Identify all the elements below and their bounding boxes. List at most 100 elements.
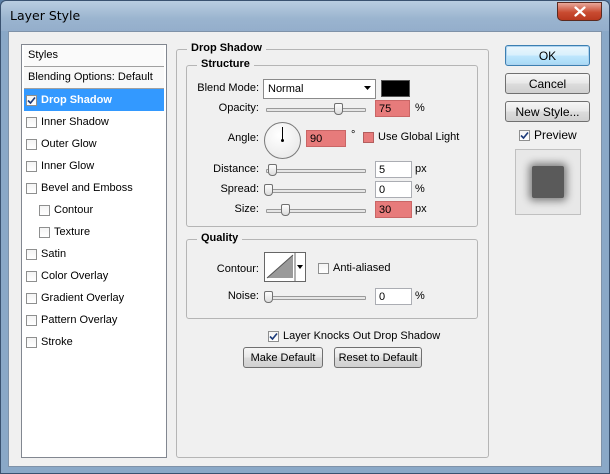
size-slider-thumb[interactable] [281, 204, 290, 216]
style-item-stroke[interactable]: Stroke [22, 331, 166, 353]
style-item-color-overlay[interactable]: Color Overlay [22, 265, 166, 287]
quality-group: Quality Contour: Anti-aliased Noise: 0 % [186, 232, 478, 319]
anti-aliased-label: Anti-aliased [333, 262, 391, 274]
style-item-label: Inner Glow [41, 160, 95, 172]
style-preview-thumbnail [515, 149, 581, 215]
style-item-outer-glow[interactable]: Outer Glow [22, 133, 166, 155]
style-item-bevel-and-emboss[interactable]: Bevel and Emboss [22, 177, 166, 199]
styles-header[interactable]: Styles [24, 45, 164, 67]
style-item-contour[interactable]: Contour [22, 199, 166, 221]
style-item-inner-glow[interactable]: Inner Glow [22, 155, 166, 177]
reset-to-default-button[interactable]: Reset to Default [334, 347, 422, 368]
spread-unit: % [415, 183, 425, 195]
noise-slider-thumb[interactable] [264, 291, 273, 303]
blend-mode-label: Blend Mode: [197, 82, 259, 94]
noise-input[interactable]: 0 [375, 288, 412, 305]
distance-slider-thumb[interactable] [268, 164, 277, 176]
contour-picker[interactable] [264, 252, 306, 282]
cancel-button[interactable]: Cancel [505, 73, 590, 94]
opacity-slider-thumb[interactable] [334, 103, 343, 115]
style-item-texture[interactable]: Texture [22, 221, 166, 243]
style-item-pattern-overlay[interactable]: Pattern Overlay [22, 309, 166, 331]
title-bar[interactable]: Layer Style [1, 1, 609, 31]
checkmark-icon [520, 131, 529, 139]
style-item-checkbox[interactable] [26, 94, 37, 106]
opacity-label: Opacity: [218, 102, 259, 114]
blend-mode-value: Normal [268, 83, 304, 95]
style-item-checkbox[interactable] [26, 138, 37, 150]
style-item-inner-shadow[interactable]: Inner Shadow [22, 111, 166, 133]
anti-aliased-checkbox[interactable]: Anti-aliased [318, 262, 390, 274]
window-title: Layer Style [10, 8, 81, 23]
close-button[interactable] [557, 2, 602, 21]
knock-out-checkbox[interactable]: Layer Knocks Out Drop Shadow [268, 330, 440, 342]
use-global-light-box[interactable] [363, 131, 374, 143]
style-item-label: Drop Shadow [41, 94, 112, 106]
size-label: Size: [234, 203, 259, 215]
style-item-checkbox[interactable] [26, 116, 37, 128]
chevron-down-icon [364, 86, 371, 90]
styles-list: Styles Blending Options: Default Drop Sh… [21, 44, 167, 458]
style-item-checkbox[interactable] [26, 182, 37, 194]
style-item-checkbox[interactable] [26, 160, 37, 172]
knock-out-label: Layer Knocks Out Drop Shadow [283, 330, 441, 342]
style-item-checkbox[interactable] [26, 314, 37, 326]
contour-curve-icon [266, 253, 303, 281]
style-item-label: Inner Shadow [41, 116, 109, 128]
style-item-checkbox[interactable] [26, 270, 37, 282]
new-style-button[interactable]: New Style... [505, 101, 590, 122]
style-item-drop-shadow[interactable]: Drop Shadow [24, 89, 164, 111]
style-item-checkbox[interactable] [39, 204, 50, 216]
opacity-unit: % [415, 102, 425, 114]
noise-label: Noise: [227, 290, 259, 302]
blending-options-item[interactable]: Blending Options: Default [24, 67, 164, 89]
style-item-label: Contour [54, 204, 94, 216]
style-item-label: Color Overlay [41, 270, 109, 282]
angle-unit: ° [351, 129, 356, 141]
make-default-button[interactable]: Make Default [243, 347, 323, 368]
quality-title: Quality [197, 232, 243, 244]
layer-style-window: Layer Style Styles Blending Options: Def… [0, 0, 610, 474]
angle-dial[interactable] [264, 122, 301, 159]
style-item-satin[interactable]: Satin [22, 243, 166, 265]
spread-slider-track[interactable] [266, 189, 366, 193]
noise-slider-track[interactable] [266, 296, 366, 300]
checkmark-icon [269, 332, 278, 340]
opacity-input[interactable]: 75 [375, 100, 410, 117]
style-item-checkbox[interactable] [26, 292, 37, 304]
angle-label: Angle: [227, 132, 259, 144]
spread-slider-thumb[interactable] [264, 184, 273, 196]
angle-input[interactable]: 90 [306, 130, 346, 147]
size-input[interactable]: 30 [375, 201, 412, 218]
style-item-checkbox[interactable] [26, 336, 37, 348]
style-item-checkbox[interactable] [39, 226, 50, 238]
use-global-light-checkbox[interactable]: Use Global Light [363, 131, 459, 143]
use-global-light-label: Use Global Light [378, 131, 460, 143]
drop-shadow-title: Drop Shadow [187, 42, 266, 54]
dialog-body: Styles Blending Options: Default Drop Sh… [8, 31, 602, 467]
preview-square [532, 166, 564, 198]
distance-input[interactable]: 5 [375, 161, 412, 178]
drop-shadow-group: Drop Shadow Structure Blend Mode: Normal… [176, 42, 489, 458]
size-unit: px [415, 203, 427, 215]
knock-out-box[interactable] [268, 330, 279, 342]
structure-title: Structure [197, 58, 254, 70]
style-item-label: Bevel and Emboss [41, 182, 133, 194]
style-item-gradient-overlay[interactable]: Gradient Overlay [22, 287, 166, 309]
style-item-checkbox[interactable] [26, 248, 37, 260]
spread-input[interactable]: 0 [375, 181, 412, 198]
style-item-label: Stroke [41, 336, 73, 348]
preview-label: Preview [534, 128, 577, 142]
anti-aliased-box[interactable] [318, 262, 329, 274]
structure-group: Structure Blend Mode: Normal Opacity: 75… [186, 58, 478, 227]
opacity-slider-track[interactable] [266, 108, 366, 112]
shadow-color-swatch[interactable] [381, 80, 410, 97]
distance-slider-track[interactable] [266, 169, 366, 173]
preview-box[interactable] [519, 129, 530, 141]
distance-label: Distance: [213, 163, 259, 175]
style-item-label: Gradient Overlay [41, 292, 125, 304]
preview-checkbox[interactable]: Preview [519, 128, 577, 142]
blend-mode-select[interactable]: Normal [263, 79, 376, 99]
ok-button[interactable]: OK [505, 45, 590, 66]
style-item-label: Outer Glow [41, 138, 97, 150]
